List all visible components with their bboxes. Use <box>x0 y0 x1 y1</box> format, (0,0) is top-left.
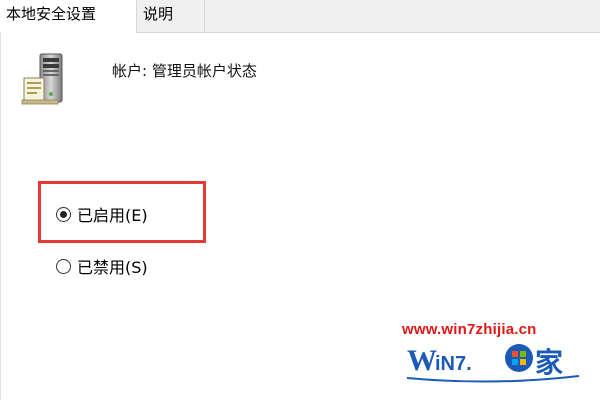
svg-text:iN7.: iN7. <box>435 353 472 375</box>
radio-disabled-label: 已禁用(S) <box>77 258 148 277</box>
policy-title: 帐户: 管理员帐户状态 <box>112 62 257 80</box>
watermark-logo: W iN7. 家 <box>406 344 580 383</box>
tab-local-security-setting[interactable]: 本地安全设置 <box>0 0 137 33</box>
panel-left-border <box>0 32 1 400</box>
server-policy-icon <box>21 53 63 105</box>
svg-text:W: W <box>407 344 437 377</box>
radio-disabled[interactable] <box>56 258 71 274</box>
highlight-box <box>38 181 206 243</box>
tab-label: 本地安全设置 <box>6 5 97 23</box>
tab-label: 说明 <box>143 5 174 23</box>
tab-strip: 本地安全设置 说明 <box>0 0 600 33</box>
svg-text:家: 家 <box>535 346 563 379</box>
tab-explain[interactable]: 说明 <box>137 0 205 32</box>
radio-disabled-option[interactable]: 已禁用(S) <box>56 254 148 278</box>
